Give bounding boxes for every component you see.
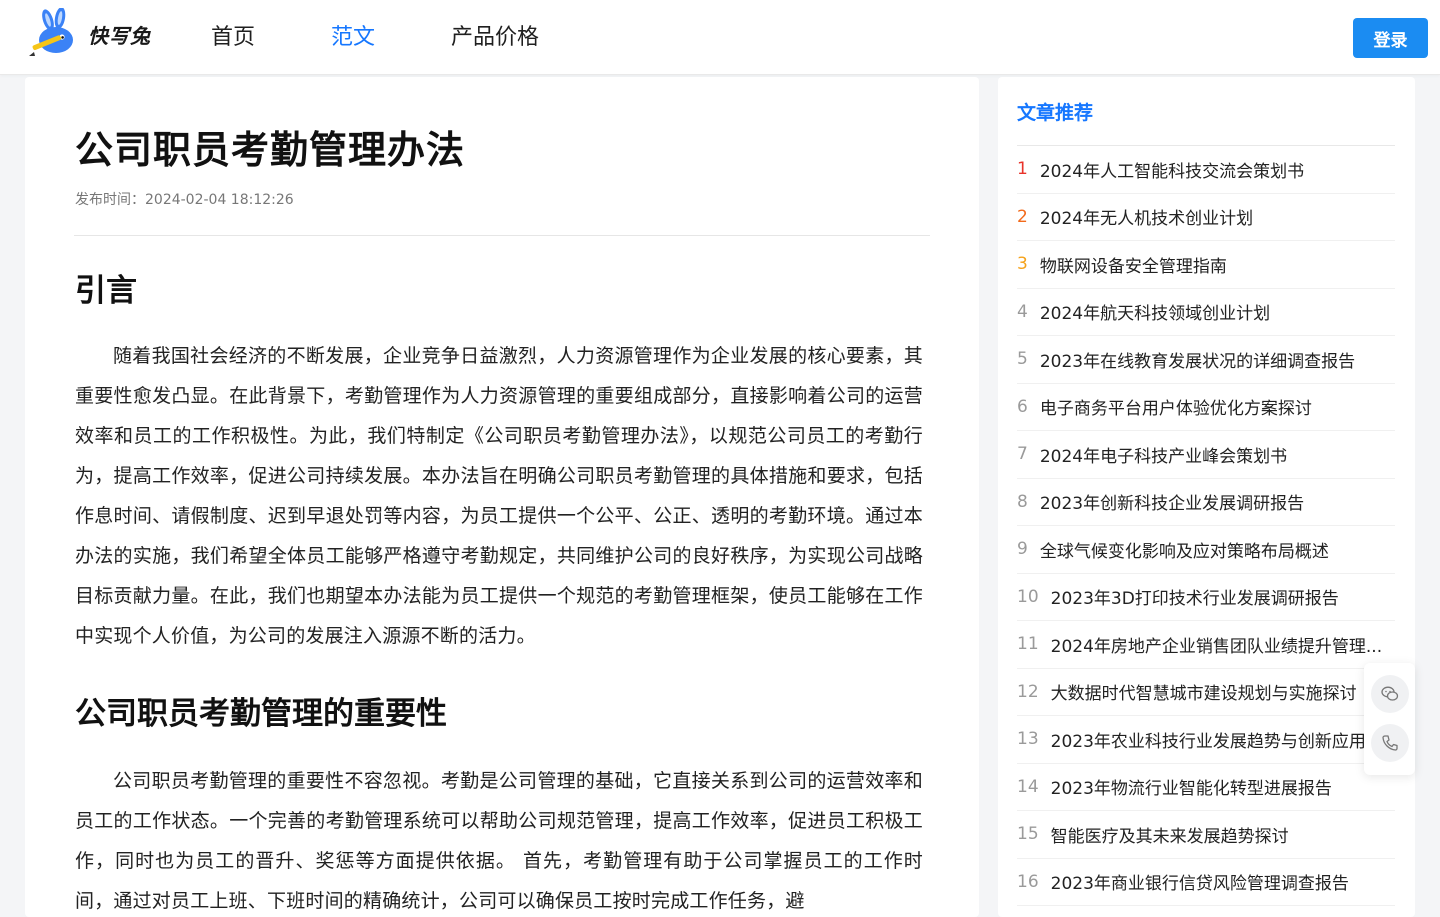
recommendation-title: 2023年物流行业智能化转型进展报告 [1050, 779, 1332, 800]
recommendation-list: 1 2024年人工智能科技交流会策划书 2 2024年无人机技术创业计划 3 物联网设… [1017, 146, 1395, 906]
phone-icon [1382, 735, 1398, 751]
title-divider [74, 235, 930, 236]
recommendation-item[interactable]: 7 2024年电子科技产业峰会策划书 [1017, 431, 1395, 479]
recommendation-title: 物联网设备安全管理指南 [1039, 256, 1227, 277]
recommendation-item[interactable]: 2 2024年无人机技术创业计划 [1017, 194, 1395, 241]
rank-number: 13 [1017, 729, 1039, 750]
recommendation-item[interactable]: 8 2023年创新科技企业发展调研报告 [1017, 479, 1395, 526]
wechat-icon [1381, 686, 1399, 701]
rank-number: 4 [1017, 301, 1028, 322]
recommendation-item[interactable]: 15 智能医疗及其未来发展趋势探讨 [1017, 811, 1395, 859]
recommendation-title: 2023年在线教育发展状况的详细调查报告 [1039, 351, 1356, 372]
recommendation-item[interactable]: 5 2023年在线教育发展状况的详细调查报告 [1017, 336, 1395, 384]
recommendation-title: 2024年航天科技领域创业计划 [1039, 304, 1271, 325]
publish-time: 发布时间：2024-02-04 18:12:26 [75, 192, 294, 208]
recommendation-item[interactable]: 13 2023年农业科技行业发展趋势与创新应用 [1017, 716, 1395, 764]
rank-number: 11 [1017, 634, 1039, 655]
rank-number: 14 [1017, 776, 1039, 797]
article-panel: 公司职员考勤管理办法 发布时间：2024-02-04 18:12:26 引言 随… [25, 77, 979, 917]
recommendation-item[interactable]: 1 2024年人工智能科技交流会策划书 [1017, 146, 1395, 194]
nav-sample-essays[interactable]: 范文 [331, 22, 375, 54]
recommendation-title: 智能医疗及其未来发展趋势探讨 [1050, 826, 1289, 847]
recommendation-title: 2023年创新科技企业发展调研报告 [1039, 494, 1305, 515]
recommendation-title: 2023年商业银行信贷风险管理调查报告 [1050, 874, 1349, 895]
rank-number: 15 [1017, 824, 1039, 845]
section-paragraph-intro: 随着我国社会经济的不断发展，企业竞争日益激烈，人力资源管理作为企业发展的核心要素… [75, 345, 923, 647]
recommendation-title: 2023年3D打印技术行业发展调研报告 [1050, 589, 1339, 610]
recommendation-title: 2024年人工智能科技交流会策划书 [1039, 161, 1305, 182]
recommendation-title: 2024年房地产企业销售团队业绩提升管理... [1050, 636, 1383, 657]
recommendation-title: 全球气候变化影响及应对策略布局概述 [1039, 541, 1329, 562]
rank-number: 3 [1017, 254, 1028, 275]
rank-number: 16 [1017, 871, 1039, 892]
floating-contact-panel [1364, 663, 1415, 775]
recommendation-item[interactable]: 10 2023年3D打印技术行业发展调研报告 [1017, 574, 1395, 621]
recommendation-item[interactable]: 4 2024年航天科技领域创业计划 [1017, 289, 1395, 336]
logo-text: 快写兔 [88, 23, 151, 48]
recommendation-item[interactable]: 12 大数据时代智慧城市建设规划与实施探讨 [1017, 669, 1395, 716]
rank-number: 9 [1017, 539, 1028, 560]
recommendation-item[interactable]: 14 2023年物流行业智能化转型进展报告 [1017, 764, 1395, 811]
recommendation-title: 大数据时代智慧城市建设规划与实施探讨 [1050, 684, 1357, 705]
top-navigation-bar: 快写兔 首页 范文 产品价格 登录 [0, 0, 1440, 75]
recommendation-item[interactable]: 9 全球气候变化影响及应对策略布局概述 [1017, 526, 1395, 574]
recommendation-item[interactable]: 16 2023年商业银行信贷风险管理调查报告 [1017, 859, 1395, 906]
recommendation-item[interactable]: 3 物联网设备安全管理指南 [1017, 241, 1395, 289]
recommendation-sidebar: 文章推荐 1 2024年人工智能科技交流会策划书 2 2024年无人机技术创业计划 … [998, 77, 1415, 917]
recommendation-title: 2024年电子科技产业峰会策划书 [1039, 446, 1288, 467]
login-button[interactable]: 登录 [1353, 18, 1428, 58]
rank-number: 8 [1017, 491, 1028, 512]
rank-number: 12 [1017, 681, 1039, 702]
section-heading-importance: 公司职员考勤管理的重要性 [75, 696, 447, 732]
wechat-contact-button[interactable] [1371, 675, 1409, 713]
rank-number: 2 [1017, 206, 1028, 227]
rank-number: 10 [1017, 586, 1039, 607]
sidebar-title: 文章推荐 [1017, 102, 1094, 124]
phone-contact-button[interactable] [1371, 724, 1409, 762]
site-logo[interactable]: 快写兔 [26, 8, 162, 60]
recommendation-item[interactable]: 11 2024年房地产企业销售团队业绩提升管理... [1017, 621, 1395, 669]
nav-home[interactable]: 首页 [211, 22, 255, 54]
rank-number: 7 [1017, 444, 1028, 465]
recommendation-title: 电子商务平台用户体验优化方案探讨 [1039, 399, 1312, 420]
rank-number: 6 [1017, 396, 1028, 417]
rank-number: 5 [1017, 349, 1028, 370]
section-heading-intro: 引言 [75, 273, 137, 309]
section-paragraph-importance: 公司职员考勤管理的重要性不容忽视。考勤是公司管理的基础，它直接关系到公司的运营效… [75, 770, 923, 912]
recommendation-title: 2024年无人机技术创业计划 [1039, 209, 1254, 230]
rank-number: 1 [1017, 159, 1028, 180]
rabbit-logo-icon [29, 8, 73, 56]
article-title: 公司职员考勤管理办法 [75, 128, 466, 172]
nav-pricing[interactable]: 产品价格 [451, 22, 539, 54]
recommendation-title: 2023年农业科技行业发展趋势与创新应用 [1050, 731, 1366, 752]
recommendation-item[interactable]: 6 电子商务平台用户体验优化方案探讨 [1017, 384, 1395, 431]
